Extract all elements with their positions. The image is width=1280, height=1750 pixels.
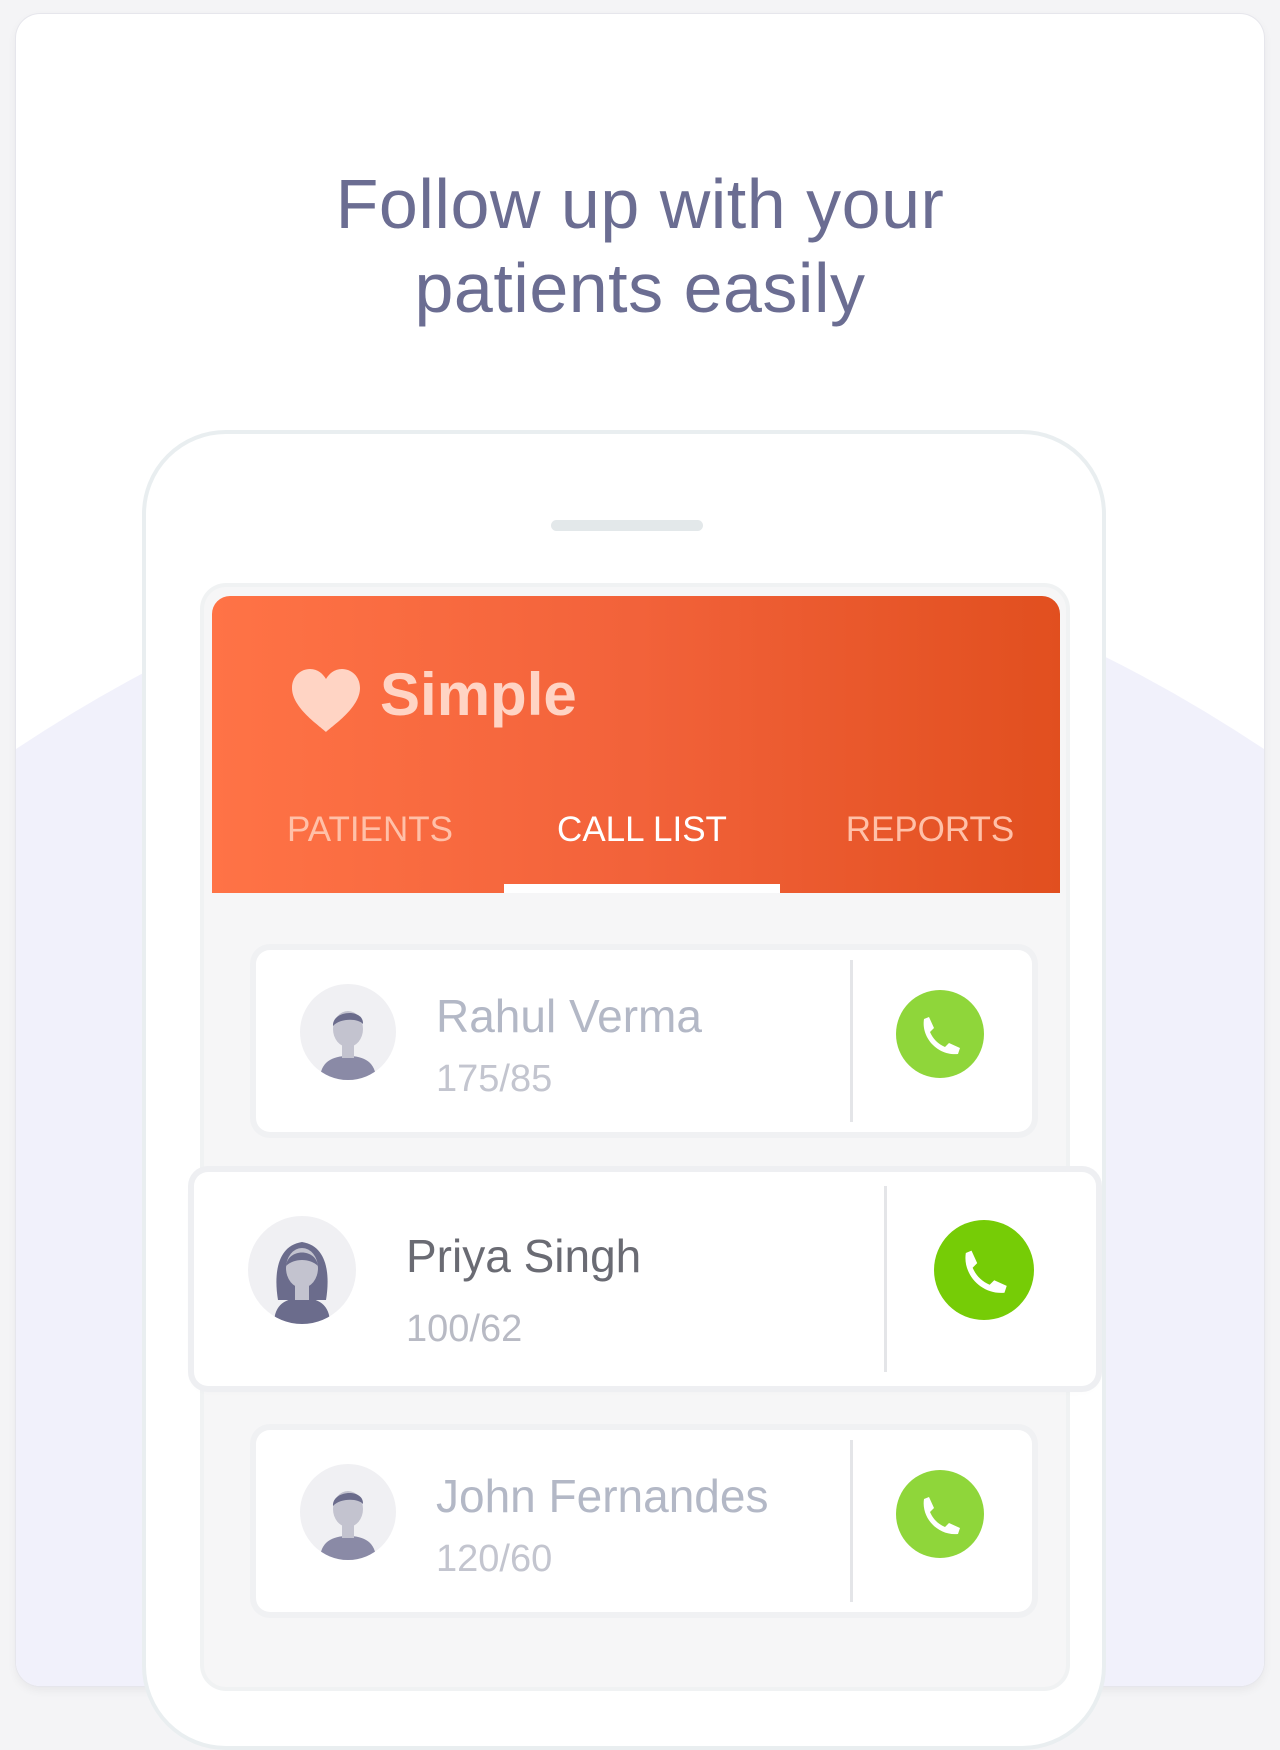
- phone-speaker: [551, 520, 703, 531]
- phone-icon: [923, 1017, 960, 1055]
- headline-line-2: patients easily: [414, 249, 866, 327]
- call-button[interactable]: [896, 1470, 984, 1558]
- patient-bp: 100/62: [406, 1308, 523, 1350]
- active-tab-indicator: [504, 884, 780, 893]
- heart-icon: [292, 669, 360, 732]
- phone-icon: [965, 1250, 1007, 1293]
- male-avatar-icon: [300, 1464, 396, 1560]
- row-divider: [884, 1186, 887, 1372]
- female-avatar-icon: [248, 1216, 356, 1324]
- male-avatar-icon: [300, 984, 396, 1080]
- tab-reports[interactable]: REPORTS: [808, 805, 1052, 855]
- list-item[interactable]: John Fernandes 120/60: [256, 1430, 1032, 1612]
- patient-name: Priya Singh: [406, 1230, 642, 1282]
- headline-line-1: Follow up with your: [335, 165, 945, 243]
- list-item[interactable]: Priya Singh 100/62: [194, 1172, 1096, 1386]
- tab-call-list[interactable]: CALL LIST: [504, 805, 780, 855]
- tab-patients[interactable]: PATIENTS: [248, 805, 492, 855]
- patient-bp: 120/60: [436, 1538, 553, 1580]
- call-button[interactable]: [934, 1220, 1034, 1320]
- patient-name: Rahul Verma: [436, 990, 702, 1042]
- list-item[interactable]: Rahul Verma 175/85: [256, 950, 1032, 1132]
- app-name: Simple: [380, 661, 577, 728]
- patient-bp: 175/85: [436, 1058, 553, 1100]
- phone-icon: [923, 1497, 960, 1535]
- row-divider: [850, 960, 853, 1122]
- headline: Follow up with your patients easily: [16, 162, 1264, 330]
- patient-name: John Fernandes: [436, 1470, 769, 1522]
- row-divider: [850, 1440, 853, 1602]
- call-button[interactable]: [896, 990, 984, 1078]
